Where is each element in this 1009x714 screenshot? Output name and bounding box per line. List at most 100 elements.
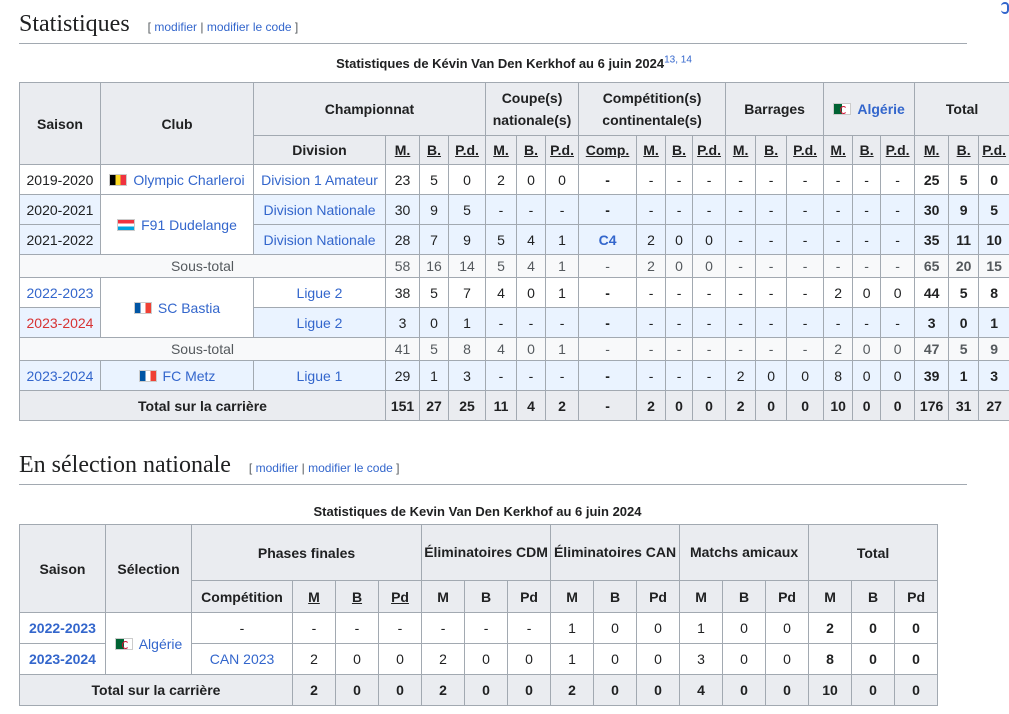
table-cell: -	[755, 164, 788, 195]
table-cell: -	[786, 307, 825, 338]
club-link-bastia[interactable]: SC Bastia	[158, 300, 220, 316]
table-cell: -	[786, 224, 825, 255]
season-link[interactable]: 2022-2023	[29, 620, 96, 636]
table-cell: 0	[852, 360, 882, 391]
col-saison: Saison	[19, 524, 106, 613]
col-b: B	[335, 580, 379, 613]
col-m: M.	[823, 135, 854, 165]
selection-link-algerie[interactable]: Algérie	[139, 636, 183, 652]
comp-cell: -	[578, 254, 638, 278]
division-link[interactable]: Division 1 Amateur	[261, 172, 378, 188]
competition-link[interactable]: C4	[599, 232, 617, 248]
table-cell: 5	[447, 194, 487, 225]
table-cell: 4	[679, 674, 724, 706]
table-cell: 3	[679, 643, 724, 675]
table-cell: 0	[852, 337, 882, 361]
table-cell: -	[665, 194, 694, 225]
table-cell: 0	[507, 674, 552, 706]
table-cell: 47	[914, 337, 950, 361]
table-cell: 0	[852, 390, 882, 421]
table-row: 2022-2023 SC Bastia Ligue 2 38 5 7 4 0 1- - - - - - -2…	[19, 277, 1009, 338]
club-link-dudelange[interactable]: F91 Dudelange	[141, 217, 237, 233]
table-cell: 14	[447, 254, 487, 278]
division-link[interactable]: Division Nationale	[263, 232, 375, 248]
table-cell: -	[852, 307, 882, 338]
section-title: En sélection nationale	[19, 452, 231, 478]
season-link[interactable]: 2023-2024	[27, 315, 94, 331]
club-link-charleroi[interactable]: Olympic Charleroi	[133, 172, 244, 188]
table-cell: 0	[464, 674, 509, 706]
table-cell: 30	[914, 194, 950, 225]
club-link-metz[interactable]: FC Metz	[163, 368, 216, 384]
table-cell: 23	[385, 164, 420, 195]
table-cell: 11	[485, 390, 518, 421]
division-link[interactable]: Ligue 2	[297, 315, 343, 331]
season-link-cell: 2022-2023	[19, 277, 101, 308]
table-cell: 5	[485, 224, 518, 255]
col-elim-cdm: Éliminatoires CDM	[421, 524, 552, 581]
table-cell: -	[725, 224, 757, 255]
table-cell: -	[852, 194, 882, 225]
division-link[interactable]: Ligue 2	[297, 285, 343, 301]
division-link[interactable]: Ligue 1	[297, 368, 343, 384]
season-link[interactable]: 2022-2023	[27, 285, 94, 301]
table-cell: 176	[914, 390, 950, 421]
table-cell: -	[485, 307, 518, 338]
table-cell: 0	[722, 643, 767, 675]
comp-cell: -	[578, 390, 638, 421]
table-cell: -	[823, 164, 854, 195]
table-cell: -	[292, 612, 336, 644]
table-cell: -	[692, 360, 727, 391]
col-pd: P.d.	[880, 135, 916, 165]
table-cell: 2	[725, 390, 757, 421]
table-cell: -	[755, 277, 788, 308]
col-m: M	[421, 580, 466, 613]
col-championnat: Championnat	[252, 82, 487, 136]
season-link-cell: 2023-2024	[19, 360, 101, 391]
table-cell: -	[636, 194, 667, 225]
table-cell: -	[665, 164, 694, 195]
table-cell: 0	[545, 164, 580, 195]
col-b: B.	[948, 135, 980, 165]
table-cell: -	[786, 254, 825, 278]
club-link-bastia-cell: SC Bastia	[100, 277, 254, 338]
col-pd: P.d.	[692, 135, 727, 165]
edit-source-link[interactable]: modifier le code	[207, 20, 292, 34]
table-cell: 0	[851, 612, 896, 644]
table-cell: 1	[545, 277, 580, 308]
col-elim-can: Éliminatoires CAN	[550, 524, 681, 581]
algerie-link[interactable]: Algérie	[857, 101, 904, 117]
col-saison: Saison	[19, 82, 101, 165]
edit-link[interactable]: modifier	[256, 461, 299, 475]
table-cell: 2	[725, 360, 757, 391]
col-pd: Pd	[377, 580, 423, 613]
reference-links[interactable]: 13, 14	[664, 55, 692, 66]
col-pd: P.d.	[447, 135, 487, 165]
division-link[interactable]: Division Nationale	[263, 202, 375, 218]
table-cell: -	[786, 194, 825, 225]
col-m: M.	[385, 135, 420, 165]
table-cell: 3	[385, 307, 420, 338]
edit-source-link[interactable]: modifier le code	[308, 461, 393, 475]
table-cell: -	[755, 337, 788, 361]
table-cell: 5	[948, 337, 980, 361]
season-link[interactable]: 2023-2024	[27, 368, 94, 384]
table-cell: 8	[978, 277, 1009, 308]
row-label: Total sur la carrière	[19, 674, 293, 706]
table-cell: 2	[550, 674, 595, 706]
table-cell: 2	[485, 164, 518, 195]
table-cell: 4	[516, 254, 547, 278]
table-cell: -	[516, 307, 547, 338]
col-pd: P.d.	[786, 135, 825, 165]
division-link-cell: Division Nationale	[253, 224, 386, 255]
season-link[interactable]: 2023-2024	[29, 651, 96, 667]
table-cell: 0	[722, 674, 767, 706]
table-cell: 0	[765, 643, 810, 675]
table-cell: 0	[516, 337, 547, 361]
table-cell: 0	[377, 643, 423, 675]
table-cell: -	[665, 337, 694, 361]
edit-link[interactable]: modifier	[154, 20, 197, 34]
season-cell: 2019-2020	[19, 164, 101, 195]
table-cell: 1	[545, 337, 580, 361]
competition-link[interactable]: CAN 2023	[210, 651, 275, 667]
